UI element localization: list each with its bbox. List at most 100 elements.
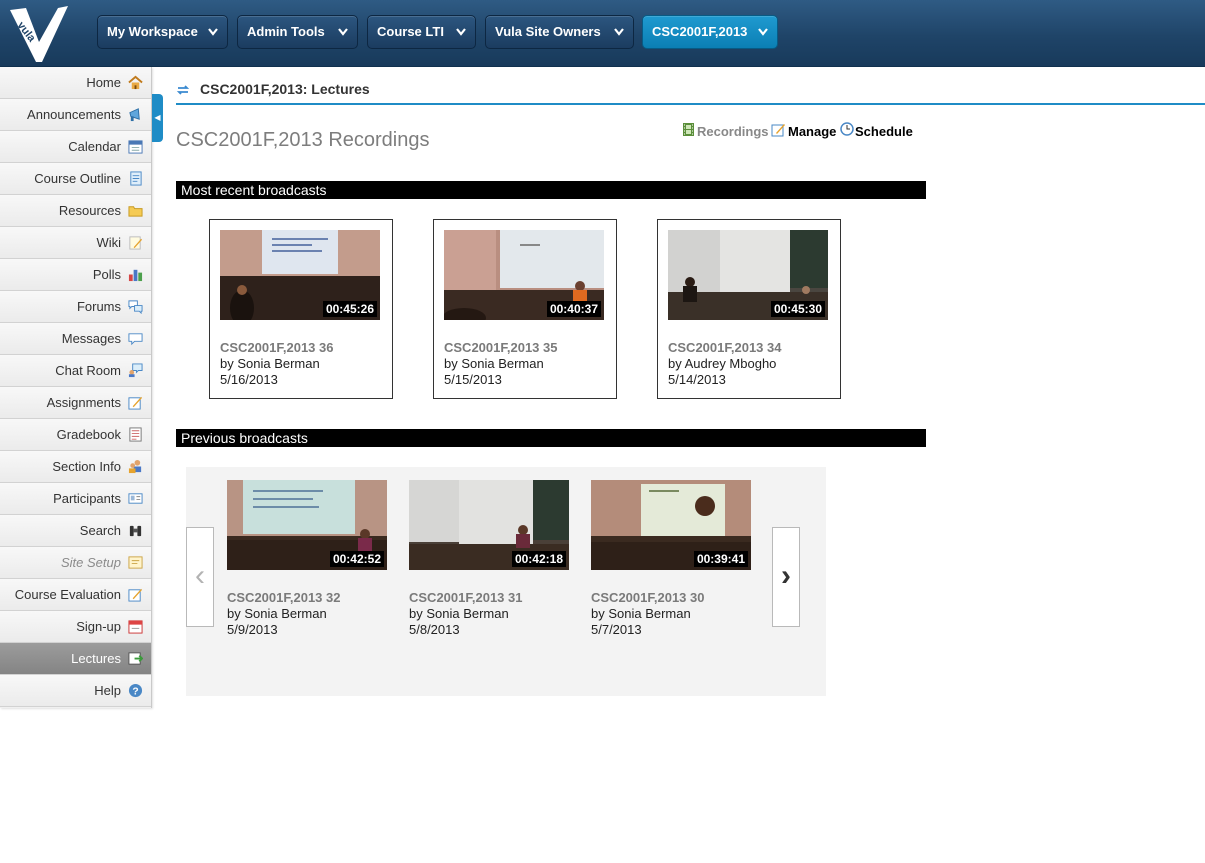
recording-title[interactable]: CSC2001F,2013 36 [220,340,333,355]
sidebar-item-label: Calendar [68,139,121,154]
recording-author: by Sonia Berman [591,606,691,621]
sidebar-item-course-evaluation[interactable]: Course Evaluation [0,579,151,611]
sidebar-item-announcements[interactable]: Announcements [0,99,151,131]
sidebar-item-label: Course Outline [34,171,121,186]
lectures-icon [128,652,143,665]
users-icon [128,459,142,474]
recording-item[interactable]: 00:42:52 CSC2001F,2013 32 by Sonia Berma… [227,480,387,640]
gradebook-icon [129,427,142,442]
chevron-down-icon [456,28,466,36]
recording-title[interactable]: CSC2001F,2013 34 [668,340,781,355]
sidebar-item-course-outline[interactable]: Course Outline [0,163,151,195]
recording-date: 5/7/2013 [591,622,642,637]
clock-icon [840,122,854,136]
site-tab-label: Vula Site Owners [495,24,601,39]
tool-title: CSC2001F,2013: Lectures [200,81,370,97]
duration-badge: 00:45:30 [770,301,825,317]
recording-date: 5/15/2013 [444,372,502,387]
recording-card[interactable]: 00:45:26 CSC2001F,2013 36 by Sonia Berma… [209,219,393,399]
tool-menu: Home Announcements Calendar Course Outli… [0,67,152,708]
chevron-right-icon: › [781,559,791,592]
sidebar-item-messages[interactable]: Messages [0,323,151,355]
speech-bubble-icon [128,333,143,346]
sidebar-item-search[interactable]: Search [0,515,151,547]
site-tab-label: Admin Tools [247,24,325,39]
carousel-next-button[interactable]: › [772,527,800,627]
previous-broadcasts-carousel: ‹ 00:42:52 CSC2001F,2013 32 by Sonia Ber… [186,467,826,696]
sidebar-item-label: Wiki [96,235,121,250]
recording-title[interactable]: CSC2001F,2013 30 [591,590,704,605]
speech-bubbles-icon [128,300,143,314]
recording-title[interactable]: CSC2001F,2013 31 [409,590,522,605]
site-tab-admin-tools[interactable]: Admin Tools [237,15,358,49]
recording-thumbnail[interactable]: 00:39:41 [591,480,751,570]
sidebar-item-label: Sign-up [76,619,121,634]
carousel-prev-button[interactable]: ‹ [186,527,214,627]
sidebar-item-label: Forums [76,299,121,314]
duration-badge: 00:42:52 [329,551,384,567]
sidebar-item-wiki[interactable]: Wiki [0,227,151,259]
binoculars-icon [129,525,142,537]
sidebar-item-sign-up[interactable]: Sign-up [0,611,151,643]
sidebar-item-label: Search [79,523,121,538]
recording-author: by Audrey Mbogho [668,356,777,371]
sidebar-item-section-info[interactable]: Section Info [0,451,151,483]
sidebar-item-label: Section Info [52,459,121,474]
recording-thumbnail[interactable]: 00:45:30 [668,230,828,320]
sidebar-item-resources[interactable]: Resources [0,195,151,227]
title-divider [176,103,1205,105]
recording-title[interactable]: CSC2001F,2013 35 [444,340,557,355]
site-tab-my-workspace[interactable]: My Workspace [97,15,228,49]
site-tab-csc2001f[interactable]: CSC2001F,2013 [642,15,778,49]
sidebar-item-home[interactable]: Home [0,67,151,99]
chat-icon [128,363,143,378]
recording-thumbnail[interactable]: 00:45:26 [220,230,380,320]
sidebar-item-polls[interactable]: Polls [0,259,151,291]
recording-author: by Sonia Berman [220,356,320,371]
collapse-menu-toggle[interactable]: ◀ [152,94,163,142]
recording-thumbnail[interactable]: 00:42:18 [409,480,569,570]
sidebar-item-label: Announcements [27,107,121,122]
recording-author: by Sonia Berman [227,606,327,621]
chevron-down-icon [338,28,348,36]
signup-calendar-icon [128,620,143,634]
recording-card[interactable]: 00:40:37 CSC2001F,2013 35 by Sonia Berma… [433,219,617,399]
sidebar-item-calendar[interactable]: Calendar [0,131,151,163]
recording-item[interactable]: 00:42:18 CSC2001F,2013 31 by Sonia Berma… [409,480,569,640]
chevron-left-icon: ‹ [195,559,205,592]
site-tab-label: CSC2001F,2013 [652,24,748,39]
chevron-down-icon [614,28,624,36]
sidebar-item-assignments[interactable]: Assignments [0,387,151,419]
sidebar-item-forums[interactable]: Forums [0,291,151,323]
film-icon [683,123,694,136]
recording-thumbnail[interactable]: 00:40:37 [444,230,604,320]
help-icon: ? [128,683,143,697]
sidebar-item-participants[interactable]: Participants [0,483,151,515]
sidebar-item-lectures[interactable]: Lectures [0,643,151,675]
sidebar-item-help[interactable]: Help ? [0,675,151,707]
edit-icon [128,396,143,410]
recording-thumbnail[interactable]: 00:42:52 [227,480,387,570]
site-tab-vula-site-owners[interactable]: Vula Site Owners [485,15,634,49]
sidebar-item-site-setup[interactable]: Site Setup [0,547,151,579]
sidebar-item-gradebook[interactable]: Gradebook [0,419,151,451]
sidebar-item-label: Help [94,683,121,698]
home-icon [128,75,143,90]
reset-tool-icon[interactable] [176,83,190,97]
vula-logo[interactable]: vula [8,4,70,64]
sidebar-item-label: Site Setup [61,555,121,570]
duration-badge: 00:42:18 [511,551,566,567]
folder-icon [128,206,143,217]
sidebar-item-label: Messages [61,331,121,346]
recording-item[interactable]: 00:39:41 CSC2001F,2013 30 by Sonia Berma… [591,480,751,640]
recording-title[interactable]: CSC2001F,2013 32 [227,590,340,605]
recent-broadcasts-heading: Most recent broadcasts [176,181,926,199]
site-tab-course-lti[interactable]: Course LTI [367,15,476,49]
recording-card[interactable]: 00:45:30 CSC2001F,2013 34 by Audrey Mbog… [657,219,841,399]
sidebar-item-label: Course Evaluation [14,587,121,602]
sidebar-item-chat-room[interactable]: Chat Room [0,355,151,387]
recording-author: by Sonia Berman [444,356,544,371]
pencil-icon [129,236,143,250]
recording-author: by Sonia Berman [409,606,509,621]
sidebar-item-label: Lectures [71,651,121,666]
